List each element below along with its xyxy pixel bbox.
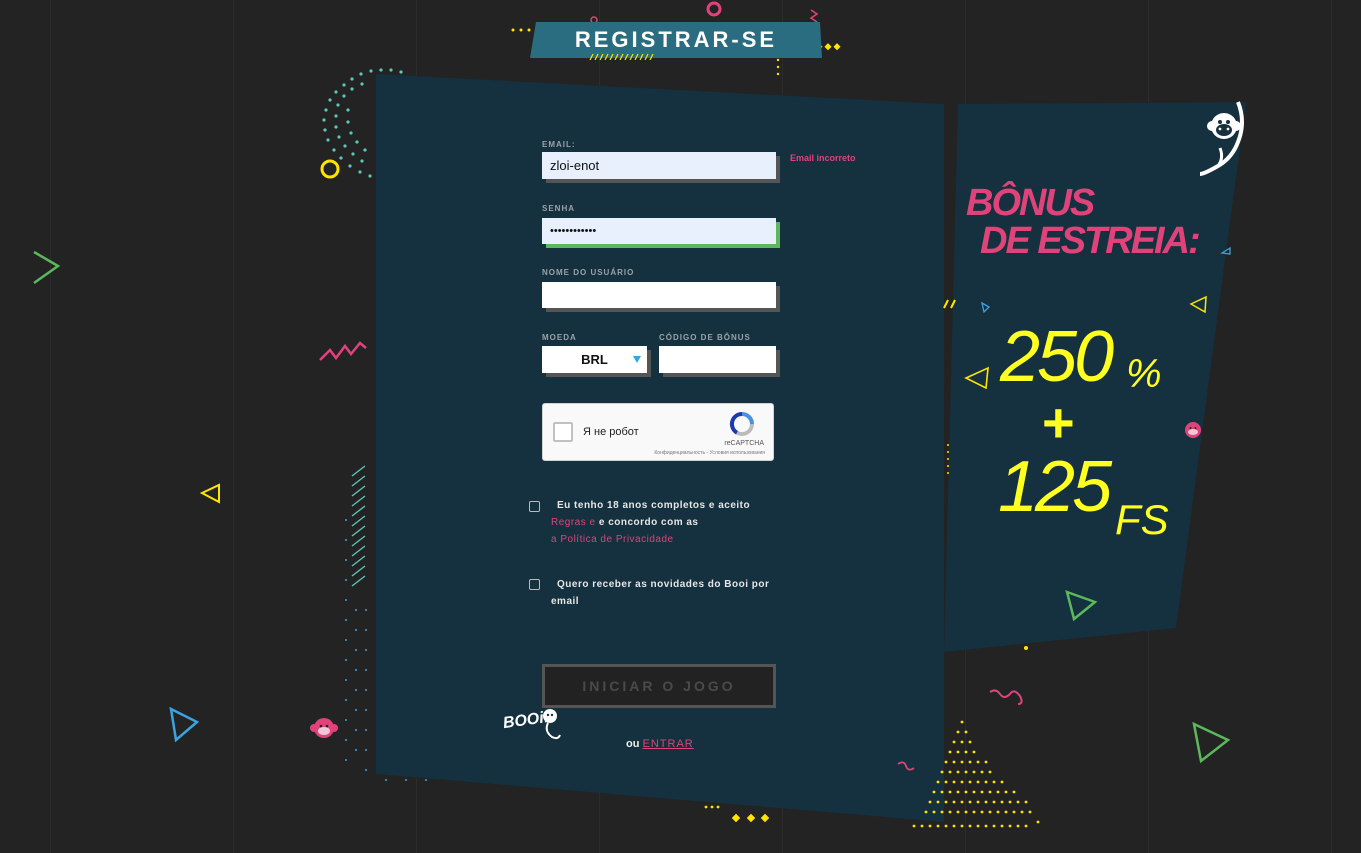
- age-terms-checkbox[interactable]: [529, 501, 540, 512]
- recaptcha-terms[interactable]: Конфиденциальность - Условия использован…: [654, 450, 765, 456]
- password-label: SENHA: [542, 204, 576, 213]
- rules-link[interactable]: Regras e: [551, 517, 596, 528]
- currency-select-wrap: BRL: [542, 346, 651, 377]
- email-error: Email incorreto: [790, 153, 856, 163]
- username-field[interactable]: [542, 282, 776, 308]
- bonus-heading-line2: DE ESTREIA:: [980, 220, 1201, 262]
- recaptcha-widget: Я не робот reCAPTCHA Конфиденциальность …: [542, 403, 774, 461]
- newsletter-line1: Quero receber as novidades do Booi por: [557, 579, 770, 590]
- email-field-wrap: [542, 152, 780, 183]
- username-field-wrap: [542, 282, 780, 312]
- bonus-fs-label: FS: [1115, 496, 1169, 543]
- recaptcha-icon: [729, 411, 755, 437]
- bonus-fs-value: 125: [998, 447, 1112, 527]
- monkey-logo-icon: [543, 709, 561, 740]
- recaptcha-brand: reCAPTCHA: [724, 440, 764, 447]
- page-title: REGISTRAR-SE: [574, 27, 778, 52]
- page-title-banner: REGISTRAR-SE: [530, 20, 822, 60]
- password-field-wrap: ••••••••••••: [542, 218, 780, 248]
- login-prefix: ou: [626, 738, 640, 750]
- age-terms-text: Eu tenho 18 anos completos e aceito Regr…: [551, 497, 771, 548]
- bonus-percent-sign: %: [1126, 352, 1162, 396]
- email-field[interactable]: [542, 152, 776, 179]
- age-terms-line2: e concordo com as: [598, 517, 699, 528]
- bonus-percent-value: 250: [1000, 317, 1114, 397]
- newsletter-line2: email: [551, 596, 580, 607]
- privacy-policy-link[interactable]: a Política de Privacidade: [551, 534, 674, 545]
- age-terms-line1: Eu tenho 18 anos completos e aceito: [557, 500, 751, 511]
- monkey-mascot-icon: [1199, 101, 1244, 176]
- bonus-heading-line1: BÔNUS: [966, 182, 1095, 224]
- login-link[interactable]: ENTRAR: [643, 738, 694, 750]
- start-game-button[interactable]: INICIAR O JOGO: [542, 664, 776, 708]
- bonus-code-label: CÓDIGO DE BÔNUS: [659, 333, 751, 342]
- newsletter-text: Quero receber as novidades do Booi por e…: [551, 576, 781, 610]
- chevron-down-icon: [633, 356, 641, 363]
- bonus-code-field-wrap: [659, 346, 780, 377]
- bonus-code-field[interactable]: [659, 346, 776, 373]
- login-prompt: ou ENTRAR: [626, 738, 694, 750]
- username-label: NOME DO USUÁRIO: [542, 268, 635, 277]
- password-field[interactable]: ••••••••••••: [542, 218, 776, 244]
- recaptcha-label: Я не робот: [583, 426, 639, 438]
- email-label: EMAIL:: [542, 140, 576, 149]
- newsletter-checkbox[interactable]: [529, 579, 540, 590]
- currency-select[interactable]: BRL: [542, 346, 647, 373]
- currency-value: BRL: [581, 352, 608, 367]
- recaptcha-checkbox[interactable]: [553, 422, 573, 442]
- currency-label: MOEDA: [542, 333, 577, 342]
